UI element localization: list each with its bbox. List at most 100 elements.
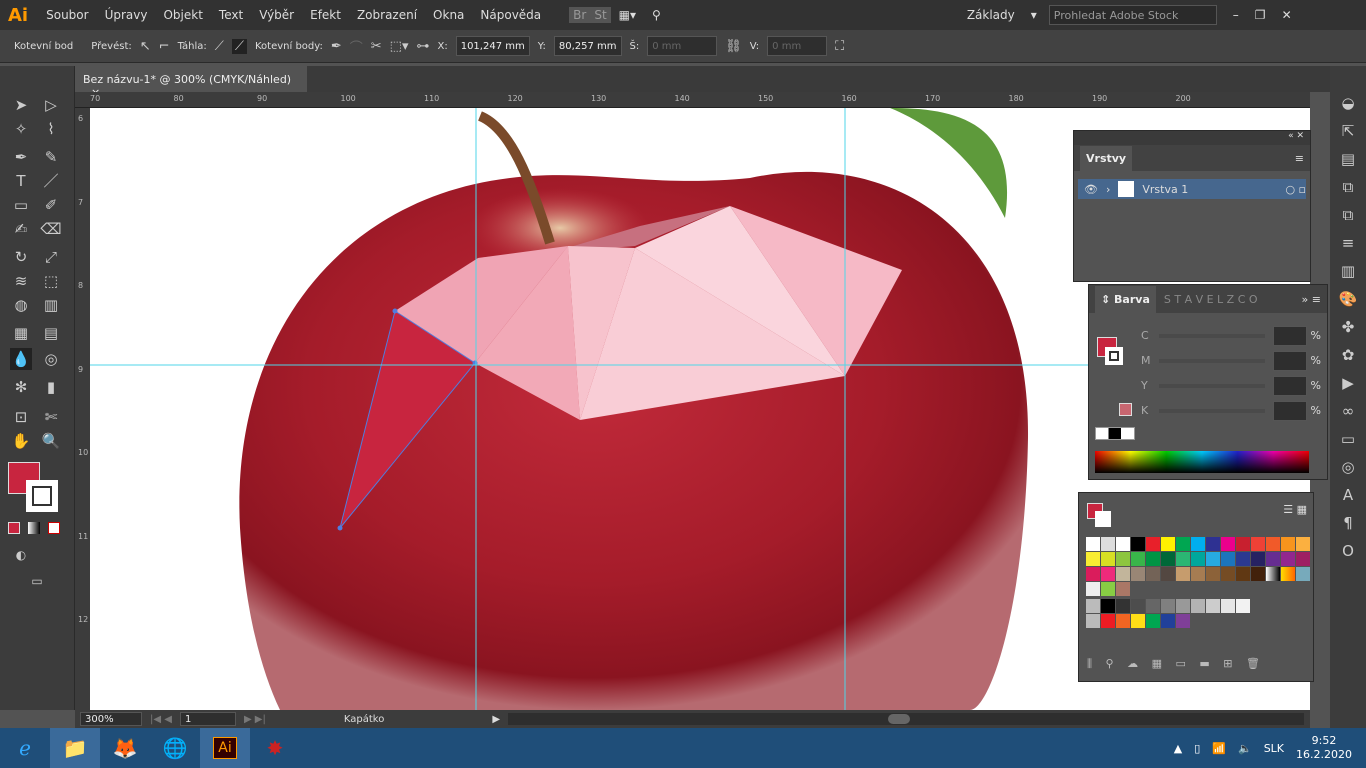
- pathfinder-icon[interactable]: ⧉: [1343, 178, 1354, 196]
- opentype-icon[interactable]: O: [1342, 542, 1354, 560]
- free-transform-icon[interactable]: ⬚: [40, 270, 62, 292]
- eraser-icon[interactable]: ⌫: [40, 218, 62, 240]
- menu-text[interactable]: Text: [211, 8, 251, 22]
- artboard-tool-icon[interactable]: ⊡: [10, 406, 32, 428]
- browser-icon[interactable]: 🌐: [150, 728, 200, 768]
- x-field[interactable]: 101,247 mm: [455, 36, 530, 56]
- horizontal-scrollbar[interactable]: [508, 713, 1304, 725]
- close-button[interactable]: ✕: [1274, 8, 1300, 22]
- type-tool-icon[interactable]: T: [10, 170, 32, 192]
- graph-tool-icon[interactable]: ▮: [40, 376, 62, 398]
- signal-icon[interactable]: 📶: [1212, 742, 1226, 755]
- color-mode-icon[interactable]: [8, 522, 20, 534]
- artboard-select[interactable]: 1: [179, 712, 236, 726]
- transform-icon[interactable]: ⛶: [835, 39, 844, 54]
- clock[interactable]: 9:52 16.2.2020: [1296, 734, 1352, 762]
- symbol-sprayer-icon[interactable]: ✻: [10, 376, 32, 398]
- battery-icon[interactable]: ▯: [1194, 742, 1200, 755]
- character-icon[interactable]: A: [1343, 486, 1353, 504]
- blend-tool-icon[interactable]: ◎: [40, 348, 62, 370]
- menu-objekt[interactable]: Objekt: [155, 8, 210, 22]
- select-similar-icon[interactable]: ⬚▾: [390, 39, 409, 54]
- menu-upravy[interactable]: Úpravy: [97, 8, 156, 22]
- ie-icon[interactable]: ℯ: [0, 728, 50, 768]
- show-handles-icon[interactable]: ⟋: [215, 39, 224, 54]
- symbols-icon[interactable]: ✿: [1342, 346, 1355, 364]
- c-slider[interactable]: [1159, 333, 1265, 338]
- workspace-select[interactable]: Základy: [959, 8, 1023, 22]
- k-slider[interactable]: [1159, 408, 1265, 413]
- panel-menu-icon[interactable]: ≡: [1295, 152, 1304, 165]
- maximize-button[interactable]: ❐: [1247, 8, 1274, 22]
- stroke-swatch[interactable]: [26, 480, 58, 512]
- appearance-icon[interactable]: ◎: [1341, 458, 1354, 476]
- gpu-icon[interactable]: ⚲: [644, 8, 669, 22]
- paintbrush-icon[interactable]: ✐: [40, 194, 62, 216]
- minimize-button[interactable]: –: [1225, 8, 1247, 22]
- stock-search-input[interactable]: Prohledat Adobe Stock: [1048, 5, 1217, 25]
- menu-icon[interactable]: ≡: [1342, 234, 1355, 252]
- swatch-grid[interactable]: [1086, 537, 1311, 629]
- view-toggle-icon[interactable]: ☰ ▦: [1283, 503, 1307, 516]
- bridge-button[interactable]: Br: [569, 7, 591, 23]
- document-tab[interactable]: Bez názvu-1* @ 300% (CMYK/Náhled) ×: [75, 66, 307, 99]
- zoom-tool-icon[interactable]: 🔍: [40, 430, 62, 452]
- curvature-tool-icon[interactable]: ✎: [40, 146, 62, 168]
- convert-smooth-icon[interactable]: ⌐: [159, 39, 170, 54]
- hide-handles-icon[interactable]: ⟋: [231, 38, 247, 54]
- tab-color[interactable]: ⇕ Barva: [1095, 285, 1156, 313]
- menu-vyber[interactable]: Výběr: [251, 8, 302, 22]
- remove-anchor-icon[interactable]: ✒: [331, 39, 342, 54]
- selection-tool-icon[interactable]: ➤: [10, 94, 32, 116]
- slice-tool-icon[interactable]: ✄: [40, 406, 62, 428]
- y-field[interactable]: [1272, 375, 1307, 396]
- draw-mode-icon[interactable]: ◐: [10, 544, 32, 566]
- cut-path-icon[interactable]: ✂: [371, 39, 382, 54]
- gradient-tool-icon[interactable]: ▤: [40, 322, 62, 344]
- y-slider[interactable]: [1159, 383, 1265, 388]
- mesh-tool-icon[interactable]: ▦: [10, 322, 32, 344]
- swatch-stroke[interactable]: [1095, 511, 1111, 527]
- perspective-grid-icon[interactable]: ▥: [40, 294, 62, 316]
- vertical-ruler[interactable]: 6 7 8 9 10 11 12: [75, 108, 90, 710]
- app-taskbar-icon[interactable]: ✸: [250, 728, 300, 768]
- tray-arrow-icon[interactable]: ▲: [1174, 742, 1182, 755]
- menu-okna[interactable]: Okna: [425, 8, 472, 22]
- y-field[interactable]: 80,257 mm: [553, 36, 622, 56]
- direct-selection-tool-icon[interactable]: ▷: [40, 94, 62, 116]
- warp-tool-icon[interactable]: ≋: [10, 270, 32, 292]
- gradient-mode-icon[interactable]: [28, 522, 40, 534]
- swatches-toolbar[interactable]: ⫼ ⚲ ☁ ▦ ▭ ▬ ⊞ 🗑: [1087, 657, 1260, 671]
- color-spectrum[interactable]: [1095, 451, 1309, 473]
- menu-napoveda[interactable]: Nápověda: [472, 8, 549, 22]
- line-tool-icon[interactable]: ／: [40, 170, 62, 192]
- h-field[interactable]: 0 mm: [767, 36, 828, 56]
- color-icon[interactable]: 🎨: [1339, 290, 1358, 308]
- magic-wand-icon[interactable]: ✧: [10, 118, 32, 140]
- menu-efekt[interactable]: Efekt: [302, 8, 349, 22]
- rotate-tool-icon[interactable]: ↻: [10, 246, 32, 268]
- prev-artboard-button[interactable]: |◀ ◀: [150, 714, 172, 725]
- status-menu-arrow[interactable]: ▶: [492, 714, 500, 725]
- menu-zobrazeni[interactable]: Zobrazení: [349, 8, 425, 22]
- expand-arrow-icon[interactable]: ›: [1106, 183, 1110, 196]
- properties-icon[interactable]: ◒: [1341, 94, 1354, 112]
- more-tabs[interactable]: S T A V E L Z C O: [1164, 293, 1258, 306]
- link-icon[interactable]: ⛓: [725, 39, 742, 54]
- libraries-icon[interactable]: ▥: [1341, 262, 1355, 280]
- hand-tool-icon[interactable]: ✋: [10, 430, 32, 452]
- explorer-icon[interactable]: 📁: [50, 728, 100, 768]
- brushes-icon[interactable]: ✤: [1342, 318, 1355, 336]
- shape-builder-icon[interactable]: ◍: [10, 294, 32, 316]
- c-field[interactable]: [1272, 325, 1307, 346]
- align-icon[interactable]: ▤: [1341, 150, 1355, 168]
- menu-soubor[interactable]: Soubor: [38, 8, 96, 22]
- screen-mode-icon[interactable]: ▭: [26, 570, 48, 592]
- panel-collapse[interactable]: « ✕: [1074, 131, 1310, 145]
- rectangle-tool-icon[interactable]: ▭: [10, 194, 32, 216]
- panel-menu-icon[interactable]: » ≡: [1302, 293, 1321, 306]
- out-of-gamut-swatch[interactable]: [1119, 403, 1132, 416]
- tab-layers[interactable]: Vrstvy: [1080, 145, 1133, 171]
- none-black-white-swatches[interactable]: [1095, 427, 1135, 440]
- color-stroke-swatch[interactable]: [1105, 347, 1123, 365]
